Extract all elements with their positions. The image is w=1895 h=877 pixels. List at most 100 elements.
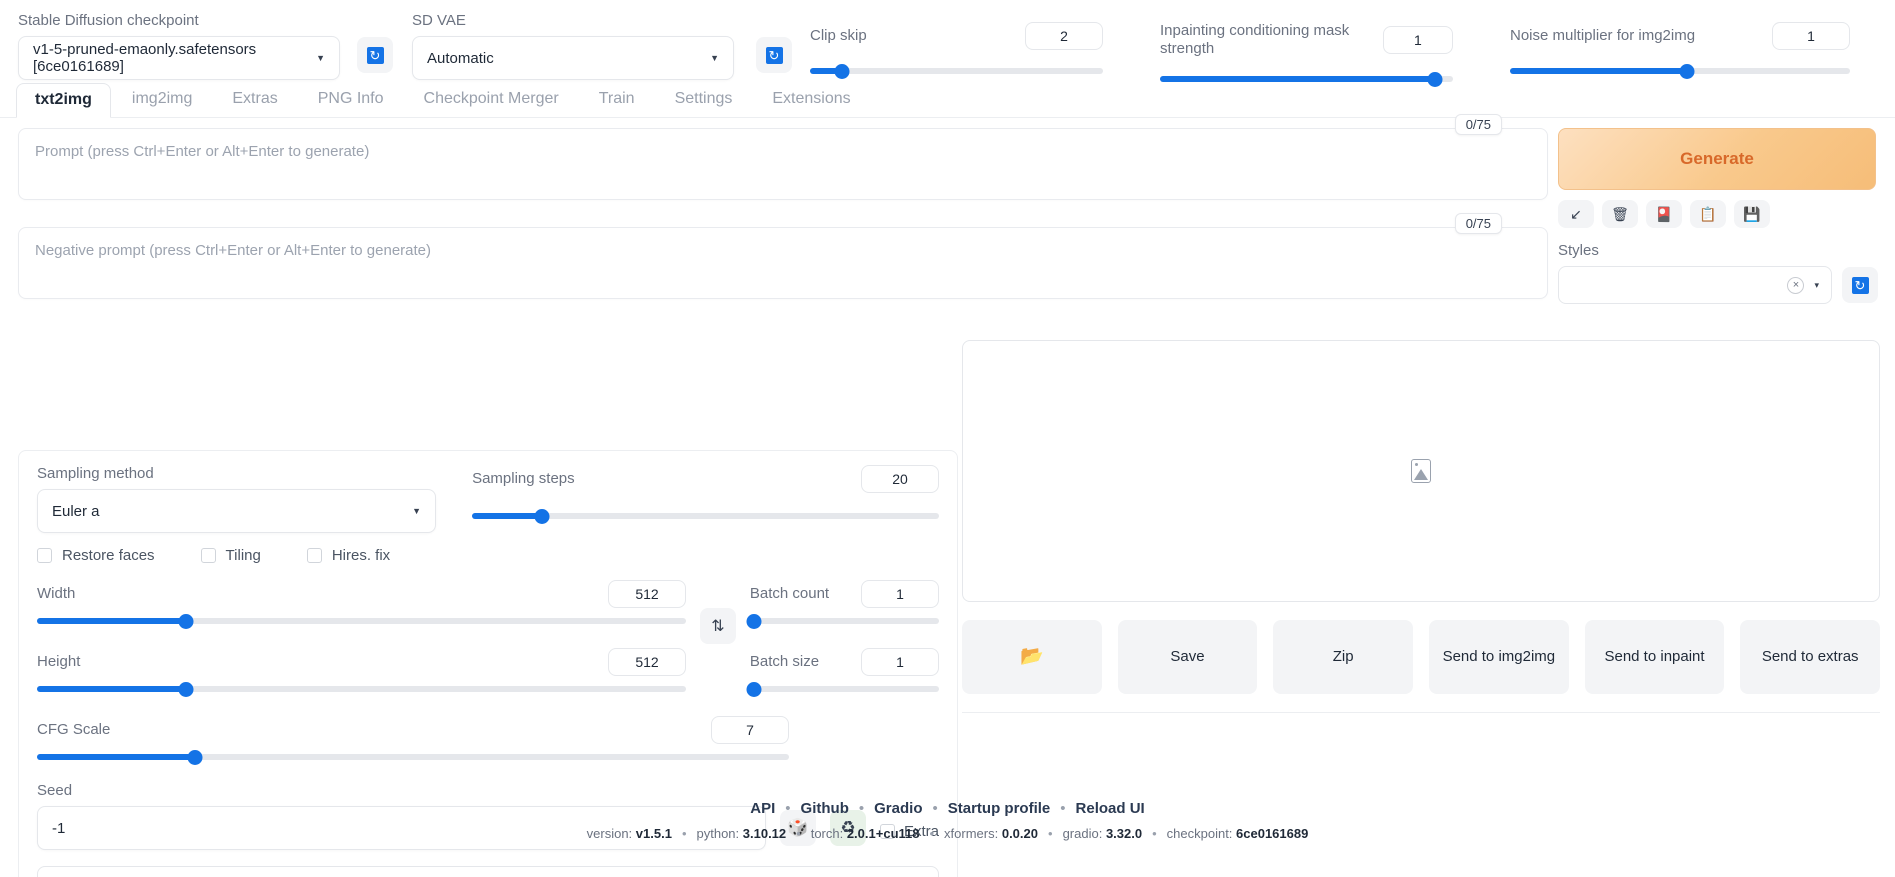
tiling-checkbox[interactable]: Tiling <box>200 547 261 564</box>
clip-skip-slider[interactable] <box>810 62 1103 80</box>
styles-refresh-button[interactable]: ↻ <box>1842 267 1878 303</box>
footer-meta-value: 6ce0161689 <box>1236 826 1309 841</box>
open-folder-button[interactable]: 📂 <box>962 620 1102 694</box>
slider-knob[interactable] <box>534 508 550 524</box>
checkpoint-select[interactable]: v1-5-pruned-emaonly.safetensors [6ce0161… <box>18 36 340 80</box>
sampling-method-value: Euler a <box>52 502 100 520</box>
zip-button[interactable]: Zip <box>1273 620 1414 694</box>
checkpoint-refresh-button[interactable]: ↻ <box>357 37 393 73</box>
tab-settings[interactable]: Settings <box>656 82 752 117</box>
sampling-method-group: Sampling method Euler a ▼ <box>37 465 437 533</box>
generate-button[interactable]: Generate <box>1558 128 1876 190</box>
footer-link-github[interactable]: Github <box>801 800 849 817</box>
footer-link-gradio[interactable]: Gradio <box>874 800 922 817</box>
cfg-scale-group: CFG Scale 7 <box>37 716 789 766</box>
vae-select[interactable]: Automatic ▼ <box>412 36 734 80</box>
main-tab-bar[interactable]: txt2img img2img Extras PNG Info Checkpoint M… <box>0 82 1895 118</box>
footer-separator: • <box>858 800 865 817</box>
footer-meta-value: 2.0.1+cu118 <box>846 826 920 841</box>
tab-train[interactable]: Train <box>580 82 654 117</box>
apply-style-icon[interactable]: 🎴 <box>1646 200 1682 228</box>
cfg-scale-value[interactable]: 7 <box>711 716 789 744</box>
sampling-steps-slider[interactable] <box>472 507 939 525</box>
vae-label: SD VAE <box>412 12 466 29</box>
hires-fix-checkbox[interactable]: Hires. fix <box>306 547 390 564</box>
send-to-inpaint-button[interactable]: Send to inpaint <box>1584 620 1725 694</box>
slider-fill <box>472 513 543 519</box>
send-to-extras-button[interactable]: Send to extras <box>1740 620 1881 694</box>
output-gallery[interactable] <box>962 340 1880 602</box>
clip-skip-value[interactable]: 2 <box>1025 22 1103 50</box>
sampling-method-label: Sampling method <box>37 465 154 482</box>
tab-txt2img[interactable]: txt2img <box>16 83 111 118</box>
width-slider[interactable] <box>37 612 687 630</box>
width-value[interactable]: 512 <box>608 580 687 608</box>
seed-label: Seed <box>37 782 73 799</box>
panel-divider <box>962 712 1880 713</box>
batch-size-slider[interactable] <box>746 680 939 698</box>
restore-faces-checkbox[interactable]: Restore faces <box>37 547 155 564</box>
refresh-icon: ↻ <box>1851 276 1869 294</box>
tab-extensions[interactable]: Extensions <box>753 82 869 117</box>
slider-knob[interactable] <box>834 63 850 79</box>
batch-count-label: Batch count <box>749 585 830 602</box>
restore-progress-icon[interactable]: ↙ <box>1558 200 1594 228</box>
height-slider[interactable] <box>37 680 687 698</box>
slider-knob[interactable] <box>178 613 194 629</box>
slider-knob[interactable] <box>1679 63 1695 79</box>
negative-prompt-token-counter: 0/75 <box>1454 213 1502 234</box>
footer-links: API • Github • Gradio • Startup profile • Reload… <box>0 800 1895 817</box>
clear-styles-icon[interactable]: × <box>1787 276 1805 294</box>
sampling-steps-value[interactable]: 20 <box>861 465 939 493</box>
clip-skip-group: Clip skip 2 <box>810 22 1103 80</box>
stable-diffusion-webui: Stable Diffusion checkpoint v1-5-pruned-… <box>0 0 1895 877</box>
cfg-scale-slider[interactable] <box>37 748 789 766</box>
controlnet-accordion[interactable]: ControlNet v1.1.238 ◀ <box>37 866 939 877</box>
width-group: Width 512 <box>37 580 687 630</box>
noise-multiplier-label: Noise multiplier for img2img <box>1510 27 1696 44</box>
send-to-img2img-button[interactable]: Send to img2img <box>1429 620 1569 694</box>
noise-multiplier-slider[interactable] <box>1510 62 1850 80</box>
styles-label: Styles <box>1558 242 1599 259</box>
paste-clipboard-icon[interactable]: 📋 <box>1690 200 1726 228</box>
save-button[interactable]: Save <box>1117 620 1258 694</box>
save-style-floppy-icon[interactable]: 💾 <box>1734 200 1770 228</box>
styles-select[interactable]: × ▾ <box>1558 266 1832 304</box>
footer-meta-key: gradio: <box>1062 826 1106 841</box>
slider-knob[interactable] <box>187 749 203 765</box>
image-placeholder-icon <box>1411 459 1431 483</box>
negative-prompt-input[interactable]: Negative prompt (press Ctrl+Enter or Alt… <box>18 227 1548 299</box>
clip-skip-label: Clip skip <box>810 27 867 44</box>
batch-count-slider[interactable] <box>746 612 939 630</box>
tab-extras[interactable]: Extras <box>213 82 296 117</box>
inpainting-mask-strength-value[interactable]: 1 <box>1382 26 1453 54</box>
prompt-input[interactable]: Prompt (press Ctrl+Enter or Alt+Enter to… <box>18 128 1548 200</box>
slider-track <box>810 68 1103 74</box>
slider-knob[interactable] <box>746 681 762 697</box>
refresh-icon: ↻ <box>765 46 783 64</box>
negative-prompt-wrapper: 0/75 Negative prompt (press Ctrl+Enter o… <box>18 213 1548 299</box>
height-value[interactable]: 512 <box>608 648 687 676</box>
slider-knob[interactable] <box>178 681 194 697</box>
tab-img2img[interactable]: img2img <box>113 82 211 117</box>
height-label: Height <box>37 653 81 670</box>
sampling-steps-label: Sampling steps <box>472 470 575 487</box>
sampling-method-select[interactable]: Euler a ▼ <box>37 489 437 533</box>
slider-knob[interactable] <box>746 613 762 629</box>
footer-link-startup-profile[interactable]: Startup profile <box>948 800 1051 817</box>
footer-link-reload-ui[interactable]: Reload UI <box>1076 800 1145 817</box>
swap-width-height-button[interactable]: ⇅ <box>700 608 736 644</box>
tab-png-info[interactable]: PNG Info <box>299 82 403 117</box>
batch-column: Batch count 1 Batch size 1 <box>746 580 939 698</box>
dimensions-and-batch-grid: Width 512 Height 512 ⇅ Batch count 1 Bat… <box>37 580 939 698</box>
vae-refresh-button[interactable]: ↻ <box>756 37 792 73</box>
footer-link-api[interactable]: API <box>750 800 775 817</box>
noise-multiplier-value[interactable]: 1 <box>1772 22 1850 50</box>
inpainting-mask-strength-label: Inpainting conditioning mask strength <box>1160 22 1350 57</box>
clear-prompt-trash-icon[interactable]: 🗑 <box>1602 200 1638 228</box>
footer-meta-key: checkpoint: <box>1166 826 1237 841</box>
tab-checkpoint-merger[interactable]: Checkpoint Merger <box>405 82 578 117</box>
footer-separator: • <box>932 800 938 817</box>
batch-count-value[interactable]: 1 <box>860 580 939 608</box>
batch-size-value[interactable]: 1 <box>860 648 939 676</box>
